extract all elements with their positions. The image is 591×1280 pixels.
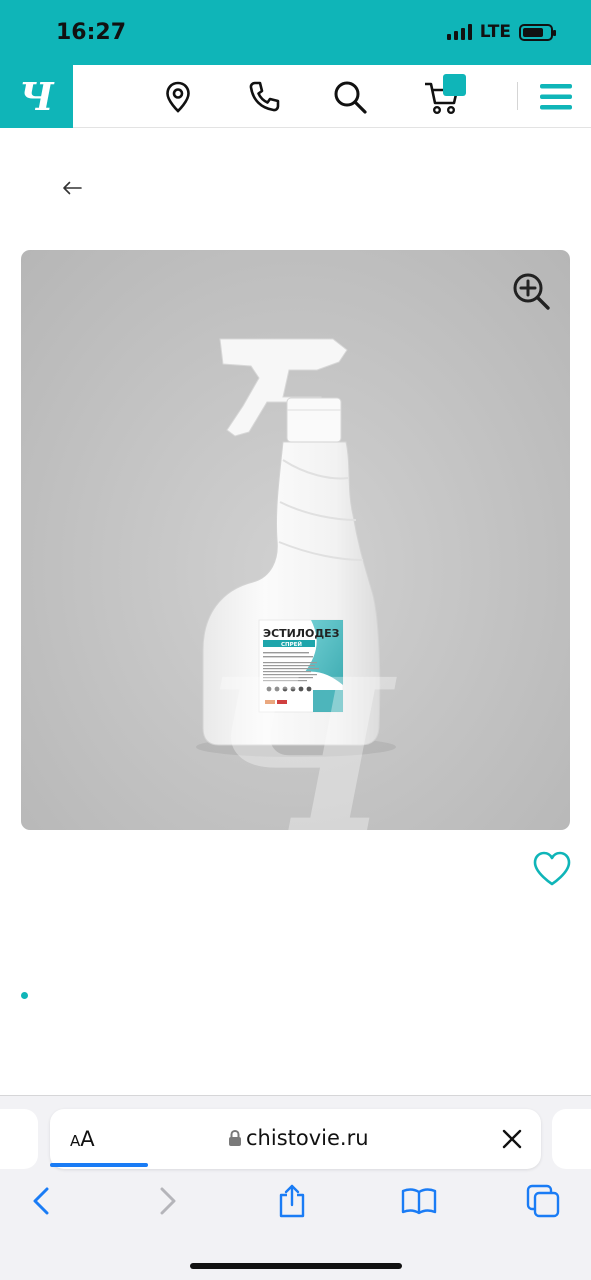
text-size-button[interactable]: AA	[70, 1127, 95, 1151]
home-indicator	[190, 1263, 402, 1269]
lock-icon	[229, 1129, 241, 1146]
search-icon[interactable]	[330, 77, 370, 117]
forward-icon[interactable]	[151, 1184, 185, 1218]
cart-icon[interactable]	[420, 74, 466, 117]
share-icon[interactable]	[275, 1184, 309, 1218]
bookmarks-icon[interactable]	[400, 1184, 438, 1218]
previous-tab-peek[interactable]	[0, 1109, 38, 1169]
url-text: chistovie.ru	[246, 1126, 369, 1150]
address-bar[interactable]: AA chistovie.ru	[50, 1109, 541, 1169]
status-bar: 16:27 LTE	[0, 0, 591, 65]
close-icon[interactable]	[501, 1128, 523, 1150]
back-arrow-icon[interactable]	[58, 174, 86, 202]
page-load-progress	[50, 1163, 149, 1167]
header-divider	[517, 82, 518, 110]
tabs-icon[interactable]	[526, 1184, 560, 1218]
status-time: 16:27	[56, 20, 127, 45]
site-logo[interactable]: Ч	[0, 65, 73, 128]
browser-toolbar: AA chistovie.ru	[0, 1095, 591, 1280]
product-bottle: ЭСТИЛОДЕЗ СПРЕЙ Ч	[196, 338, 397, 830]
map-pin-icon[interactable]	[158, 77, 198, 117]
logo-text: Ч	[19, 74, 54, 119]
site-header: Ч	[0, 65, 591, 128]
status-indicators: LTE	[446, 22, 556, 42]
watermark-logo: Ч	[201, 633, 397, 830]
battery-icon	[519, 23, 556, 41]
cart-badge	[443, 74, 466, 96]
menu-icon[interactable]	[536, 77, 576, 117]
phone-icon[interactable]	[244, 77, 284, 117]
text-size-big: A	[80, 1127, 95, 1151]
text-size-small: A	[70, 1132, 81, 1150]
signal-icon	[446, 24, 472, 40]
battery-level	[523, 27, 543, 37]
heart-icon[interactable]	[532, 850, 572, 888]
network-type: LTE	[479, 22, 511, 42]
carousel-dot[interactable]	[21, 992, 28, 999]
url-display[interactable]: chistovie.ru	[228, 1126, 369, 1150]
zoom-in-icon[interactable]	[512, 272, 552, 312]
back-icon[interactable]	[24, 1184, 58, 1218]
next-tab-peek[interactable]	[552, 1109, 591, 1169]
product-image[interactable]: ЭСТИЛОДЕЗ СПРЕЙ Ч	[21, 250, 570, 830]
